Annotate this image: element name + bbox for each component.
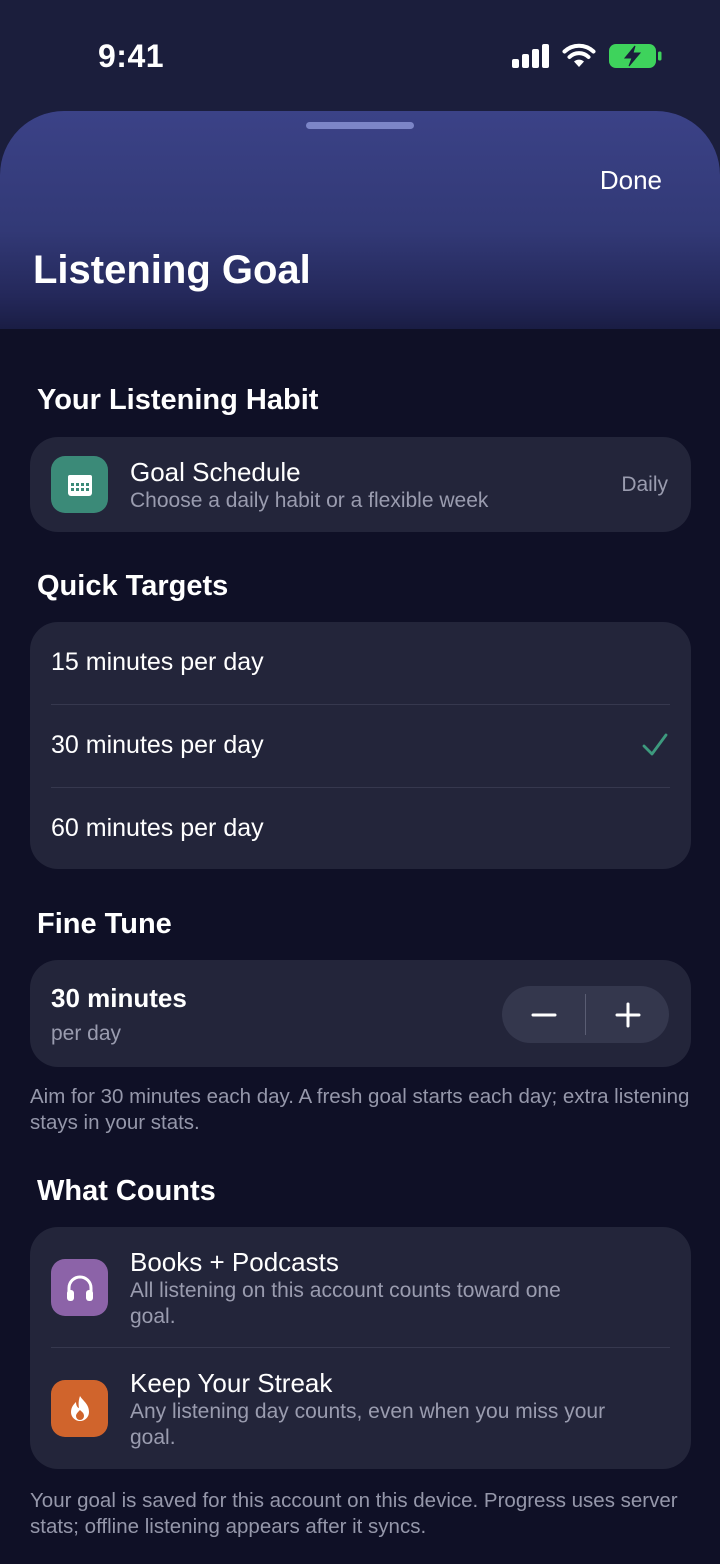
plus-icon	[615, 1002, 640, 1027]
listening-goal-sheet: Done Listening Goal Your Listening Habit	[0, 111, 720, 1564]
what-counts-item-title: Keep Your Streak	[130, 1368, 333, 1398]
quick-target-option[interactable]: 60 minutes per day	[30, 788, 691, 871]
page-title: Listening Goal	[33, 248, 311, 292]
quick-target-label: 15 minutes per day	[51, 648, 264, 676]
fine-tune-footnote: Aim for 30 minutes each day. A fresh goa…	[30, 1085, 690, 1134]
fine-tune-card: 30 minutes per day	[30, 960, 691, 1067]
section-title-quick-targets: Quick Targets	[37, 570, 229, 602]
wifi-icon	[562, 43, 596, 74]
fine-tune-value: 30 minutes	[51, 983, 187, 1013]
what-counts-item-subtitle: All listening on this account counts tow…	[130, 1279, 561, 1328]
quick-target-option[interactable]: 15 minutes per day	[30, 622, 691, 705]
quick-target-label: 30 minutes per day	[51, 731, 264, 759]
flame-icon	[51, 1380, 108, 1437]
decrement-button[interactable]	[502, 986, 585, 1043]
cellular-signal-icon	[512, 43, 550, 73]
what-counts-footnote: Your goal is saved for this account on t…	[30, 1489, 678, 1538]
section-title-fine-tune: Fine Tune	[37, 908, 172, 940]
done-button[interactable]: Done	[600, 165, 662, 196]
goal-schedule-title: Goal Schedule	[130, 457, 301, 487]
section-title-habit: Your Listening Habit	[37, 384, 319, 416]
quick-target-option[interactable]: 30 minutes per day	[30, 705, 691, 788]
what-counts-card: Books + Podcasts All listening on this a…	[30, 1227, 691, 1469]
fine-tune-unit: per day	[51, 1022, 122, 1045]
minus-icon	[531, 1013, 556, 1016]
quick-target-label: 60 minutes per day	[51, 814, 264, 842]
what-counts-item-subtitle: Any listening day counts, even when you …	[130, 1400, 606, 1449]
section-title-what-counts: What Counts	[37, 1175, 216, 1207]
list-item: Keep Your Streak Any listening day count…	[30, 1348, 691, 1469]
headphones-icon	[51, 1259, 108, 1316]
sheet-grabber[interactable]	[306, 122, 414, 129]
quick-targets-list: 15 minutes per day 30 minutes per day 60…	[30, 622, 691, 869]
sheet-header: Done Listening Goal	[0, 111, 720, 329]
goal-schedule-row[interactable]: Goal Schedule Choose a daily habit or a …	[30, 437, 691, 532]
increment-button[interactable]	[586, 986, 669, 1043]
status-bar: 9:41	[0, 0, 720, 110]
status-icons	[512, 42, 662, 74]
status-time: 9:41	[98, 38, 165, 74]
goal-schedule-value: Daily	[621, 473, 668, 496]
battery-charging-icon	[608, 43, 662, 74]
checkmark-icon	[642, 733, 668, 756]
goal-schedule-subtitle: Choose a daily habit or a flexible week	[130, 489, 489, 512]
what-counts-item-title: Books + Podcasts	[130, 1247, 339, 1277]
calendar-icon	[51, 456, 108, 513]
list-item: Books + Podcasts All listening on this a…	[30, 1227, 691, 1347]
minutes-stepper	[502, 986, 669, 1043]
